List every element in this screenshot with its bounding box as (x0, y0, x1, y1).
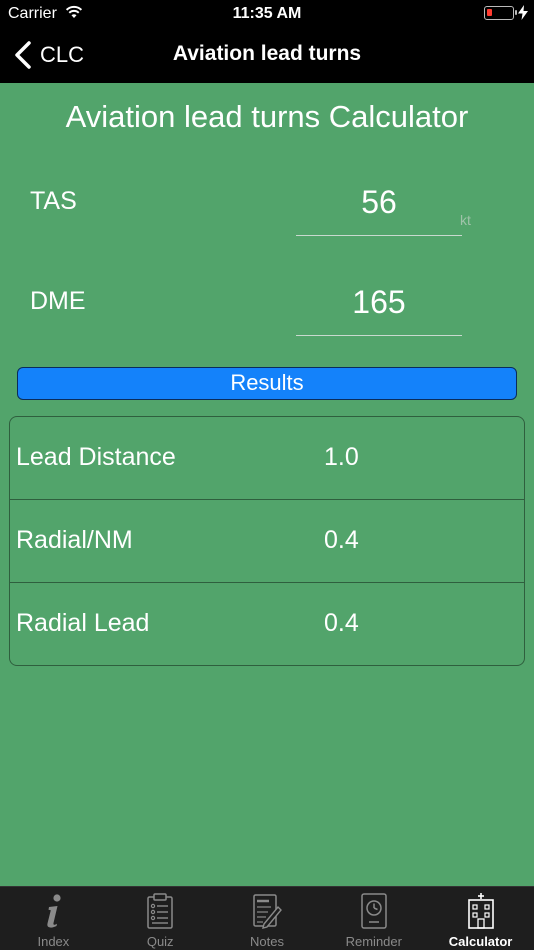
result-label: Radial Lead (16, 609, 150, 637)
tab-calculator[interactable]: Calculator (427, 887, 534, 950)
navigation-bar: CLC Aviation lead turns (0, 28, 534, 83)
tas-input[interactable]: 56 (296, 184, 462, 221)
info-icon (47, 894, 61, 928)
clipboard-list-icon (147, 893, 173, 929)
result-value: 1.0 (324, 443, 359, 471)
result-label: Lead Distance (16, 443, 176, 471)
status-bar: Carrier 11:35 AM (0, 0, 534, 28)
calculator-panel: Aviation lead turns Calculator TAS 56 kt… (0, 83, 534, 886)
tab-reminder[interactable]: Reminder (320, 887, 427, 950)
tas-label: TAS (30, 187, 77, 215)
result-row-radial-lead: Radial Lead 0.4 (10, 583, 524, 666)
calculator-title: Aviation lead turns Calculator (65, 99, 469, 134)
page-title: Aviation lead turns (172, 42, 362, 65)
tas-input-underline (296, 235, 462, 236)
results-button[interactable]: Results (17, 367, 517, 400)
dme-label: DME (30, 287, 86, 315)
tas-unit: kt (460, 212, 471, 228)
tab-label: Calculator (448, 934, 513, 949)
battery-icon (484, 6, 517, 20)
charging-bolt-icon (518, 5, 528, 20)
tab-notes[interactable]: Notes (214, 887, 321, 950)
notes-icon (253, 894, 282, 929)
result-label: Radial/NM (16, 526, 133, 554)
hospital-building-icon (467, 893, 494, 929)
tab-index[interactable]: Index (0, 887, 107, 950)
dme-input-underline (296, 335, 462, 336)
result-value: 0.4 (324, 526, 359, 554)
result-row-lead-distance: Lead Distance 1.0 (10, 417, 524, 500)
result-row-radial-nm: Radial/NM 0.4 (10, 500, 524, 583)
clock-icon (361, 893, 387, 929)
result-value: 0.4 (324, 609, 359, 637)
dme-input[interactable]: 165 (296, 284, 462, 321)
tab-label: Quiz (146, 934, 174, 949)
tab-label: Reminder (345, 934, 402, 949)
tab-quiz[interactable]: Quiz (107, 887, 214, 950)
results-table: Lead Distance 1.0 Radial/NM 0.4 Radial L… (9, 416, 525, 666)
clock-time: 11:35 AM (232, 5, 302, 22)
tab-label: Notes (250, 934, 284, 949)
tab-label: Index (37, 934, 70, 949)
tab-bar: Index Quiz Notes Reminder Calculator (0, 886, 534, 950)
